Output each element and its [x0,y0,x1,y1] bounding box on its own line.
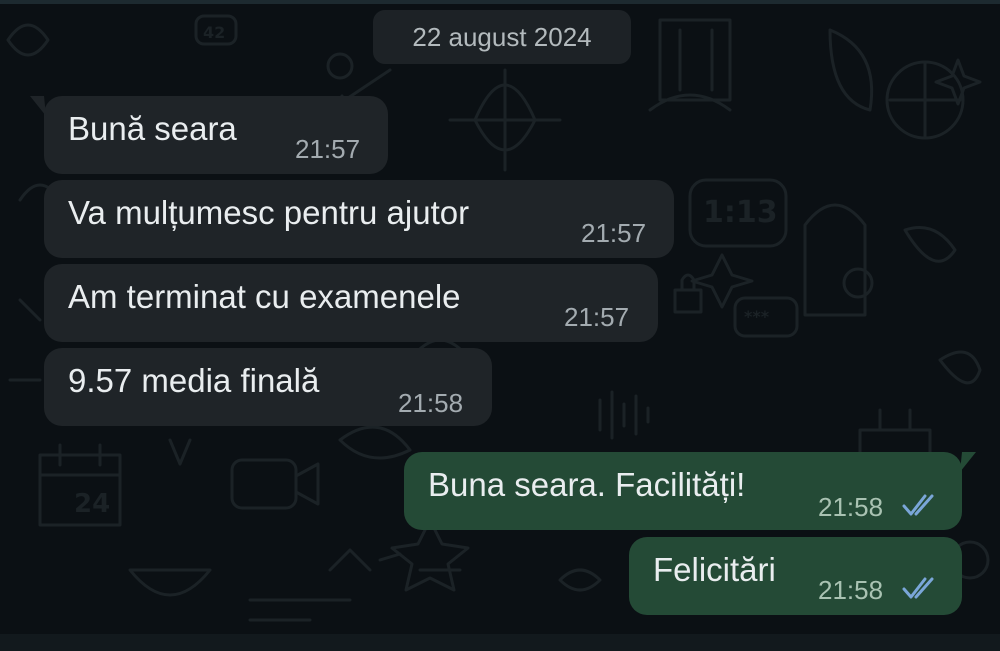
bubble-tail-icon [960,452,976,472]
incoming-message[interactable]: Am terminat cu examenele 21:57 [44,264,658,342]
message-text: Va mulțumesc pentru ajutor [68,194,470,231]
message-time: 21:58 [398,388,464,418]
incoming-message[interactable]: 9.57 media finală 21:58 [44,348,492,426]
bubble-tail-icon [30,96,46,116]
message-text: Buna seara. Facilități! [428,466,746,503]
svg-text:24: 24 [74,489,110,519]
svg-text:42: 42 [203,23,225,42]
incoming-message[interactable]: Bună seara 21:57 [30,96,388,174]
message-time: 21:58 [818,575,884,605]
double-check-icon [902,577,934,599]
date-separator: 22 august 2024 [373,10,631,64]
message-time: 21:58 [818,492,884,522]
message-text: 9.57 media finală [68,362,320,399]
message-time: 21:57 [581,218,647,248]
incoming-message[interactable]: Va mulțumesc pentru ajutor 21:57 [44,180,674,258]
svg-text:***: *** [744,307,770,326]
message-time: 21:57 [564,302,630,332]
outgoing-message[interactable]: Felicitări 21:58 [629,537,962,615]
outgoing-message[interactable]: Buna seara. Facilități! 21:58 [404,452,976,530]
message-text: Felicitări [653,551,776,588]
message-text: Am terminat cu examenele [68,278,461,315]
double-check-icon [902,494,934,516]
bottom-edge [0,634,1000,651]
message-time: 21:57 [295,134,361,164]
svg-text:1:13: 1:13 [703,195,778,230]
message-text: Bună seara [68,110,237,147]
